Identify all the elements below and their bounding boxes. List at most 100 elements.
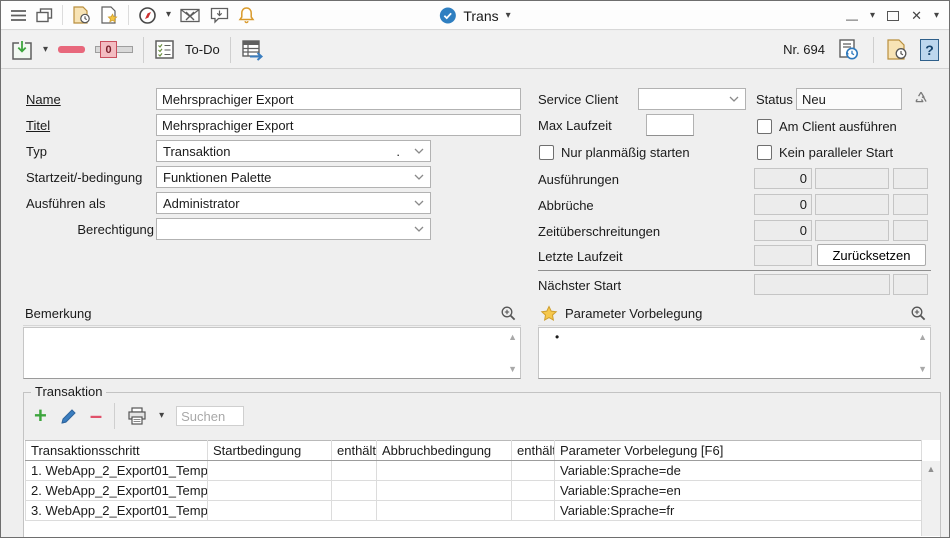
col-parameter-vorbelegung[interactable]: Parameter Vorbelegung [F6] — [555, 441, 922, 461]
table-row[interactable]: 1. WebApp_2_Export01_Template Variable:S… — [26, 461, 922, 481]
document-star-icon[interactable] — [100, 6, 119, 24]
edit-pencil-icon[interactable] — [59, 407, 78, 426]
search-input[interactable] — [176, 406, 244, 426]
max-laufzeit-input[interactable] — [646, 114, 694, 136]
col-enthaelt-2[interactable]: enthält — [512, 441, 555, 461]
comment-arrow-icon[interactable] — [210, 7, 229, 24]
menu-icon[interactable] — [10, 9, 27, 22]
cell-parameter[interactable]: Variable:Sprache=de — [555, 461, 922, 481]
cell-step[interactable]: 1. WebApp_2_Export01_Template — [26, 461, 208, 481]
cell-parameter[interactable]: Variable:Sprache=en — [555, 481, 922, 501]
magnifier-plus-icon[interactable] — [910, 305, 927, 322]
cell-enthaelt-1[interactable] — [332, 461, 377, 481]
planmaessig-checkbox[interactable] — [539, 145, 554, 160]
titel-label[interactable]: Titel — [26, 115, 50, 136]
cell-enthaelt-2[interactable] — [512, 461, 555, 481]
cell-enthaelt-2[interactable] — [512, 481, 555, 501]
compass-icon[interactable] — [138, 6, 157, 25]
cell-enthaelt-2[interactable] — [512, 501, 555, 521]
cell-abbruchbedingung[interactable] — [377, 461, 512, 481]
help-button[interactable]: ? — [920, 39, 939, 61]
reset-counter-zero: 0 — [100, 41, 117, 58]
cell-enthaelt-1[interactable] — [332, 501, 377, 521]
abbrueche-label: Abbrüche — [538, 195, 594, 216]
minimize-button[interactable]: — — [846, 7, 858, 25]
scroll-up-icon[interactable]: ▲ — [508, 332, 517, 342]
app-title-caret-icon[interactable]: ▾ — [506, 11, 511, 21]
add-step-button[interactable]: + — [34, 405, 47, 427]
printer-icon[interactable] — [127, 407, 147, 425]
remove-bar-icon[interactable] — [58, 46, 85, 53]
recycle-icon[interactable] — [912, 89, 930, 107]
titlebar-app[interactable]: Trans ▾ — [439, 1, 510, 30]
table-scrollbar[interactable]: ▲ — [921, 461, 940, 536]
scroll-down-icon[interactable]: ▼ — [918, 364, 927, 374]
col-transaktionsschritt[interactable]: Transaktionsschritt — [26, 441, 208, 461]
document-clock-icon-2[interactable] — [886, 39, 908, 60]
col-startbedingung[interactable]: Startbedingung — [208, 441, 332, 461]
checkbox-parallel[interactable]: Kein paralleler Start — [757, 142, 893, 163]
toolbar-table-group — [231, 31, 275, 68]
parameter-textarea[interactable]: • ▲ ▼ — [538, 327, 931, 379]
checkbox-planmaessig[interactable]: Nur planmäßig starten — [539, 142, 690, 163]
printer-caret-icon[interactable]: ▾ — [159, 411, 164, 421]
close-caret-icon[interactable]: ▾ — [934, 11, 939, 21]
name-label[interactable]: Name — [26, 89, 61, 110]
compass-caret-icon[interactable]: ▾ — [166, 10, 171, 20]
am-client-checkbox[interactable] — [757, 119, 772, 134]
cell-abbruchbedingung[interactable] — [377, 501, 512, 521]
cell-abbruchbedingung[interactable] — [377, 481, 512, 501]
parameter-scrollbar[interactable]: ▲ ▼ — [918, 332, 927, 374]
toolbar-todo-group[interactable]: To-Do — [144, 31, 230, 68]
cell-enthaelt-1[interactable] — [332, 481, 377, 501]
titel-input[interactable] — [156, 114, 521, 136]
save-caret-icon[interactable]: ▾ — [43, 45, 48, 55]
reset-counter-icon[interactable]: 0 — [95, 41, 133, 58]
abbrueche-count: 0 — [754, 194, 812, 215]
berechtigung-select[interactable] — [156, 218, 431, 240]
reset-counter-bar — [117, 46, 133, 53]
scroll-down-icon[interactable]: ▼ — [508, 364, 517, 374]
history-icon[interactable] — [837, 38, 861, 62]
abbrueche-extra-2 — [893, 194, 928, 215]
col-enthaelt-1[interactable]: enthält — [332, 441, 377, 461]
table-row[interactable]: 2. WebApp_2_Export01_Template Variable:S… — [26, 481, 922, 501]
window-controls: — ▾ ✕ ▾ — [846, 1, 939, 30]
bemerkung-scrollbar[interactable]: ▲ ▼ — [508, 332, 517, 374]
cell-parameter[interactable]: Variable:Sprache=fr — [555, 501, 922, 521]
ausfuehren-als-select[interactable]: Administrator — [156, 192, 431, 214]
magnifier-plus-icon[interactable] — [500, 305, 517, 322]
cell-startbedingung[interactable] — [208, 481, 332, 501]
scroll-up-icon[interactable]: ▲ — [918, 332, 927, 342]
parallel-checkbox[interactable] — [757, 145, 772, 160]
col-abbruchbedingung[interactable]: Abbruchbedingung — [377, 441, 512, 461]
checkbox-am-client[interactable]: Am Client ausführen — [757, 116, 897, 137]
name-input[interactable] — [156, 88, 521, 110]
bell-icon[interactable] — [238, 6, 255, 24]
titlebar-left-group-2 — [63, 1, 128, 29]
mail-x-icon[interactable] — [180, 8, 201, 23]
startzeit-label: Startzeit/-bedingung — [26, 167, 142, 188]
table-row[interactable]: 3. WebApp_2_Export01_Template Variable:S… — [26, 501, 922, 521]
status-label: Status — [756, 89, 793, 110]
service-client-select[interactable] — [638, 88, 746, 110]
scroll-up-icon[interactable]: ▲ — [927, 464, 936, 474]
typ-select[interactable]: Transaktion . — [156, 140, 431, 162]
startzeit-select[interactable]: Funktionen Palette — [156, 166, 431, 188]
minimize-caret-icon[interactable]: ▾ — [870, 11, 875, 21]
close-button[interactable]: ✕ — [911, 9, 922, 22]
windows-icon[interactable] — [36, 8, 53, 23]
zeitueberschreitungen-count: 0 — [754, 220, 812, 241]
restore-button[interactable] — [887, 11, 899, 21]
save-icon[interactable] — [11, 39, 33, 61]
bemerkung-textarea[interactable]: ▲ ▼ — [23, 327, 521, 379]
remove-step-button[interactable]: – — [90, 405, 102, 427]
cell-step[interactable]: 3. WebApp_2_Export01_Template — [26, 501, 208, 521]
zuruecksetzen-button[interactable]: Zurücksetzen — [817, 244, 926, 266]
cell-startbedingung[interactable] — [208, 501, 332, 521]
cell-step[interactable]: 2. WebApp_2_Export01_Template — [26, 481, 208, 501]
document-clock-icon[interactable] — [72, 6, 91, 24]
status-input[interactable] — [796, 88, 902, 110]
cell-startbedingung[interactable] — [208, 461, 332, 481]
table-export-icon[interactable] — [241, 39, 265, 61]
